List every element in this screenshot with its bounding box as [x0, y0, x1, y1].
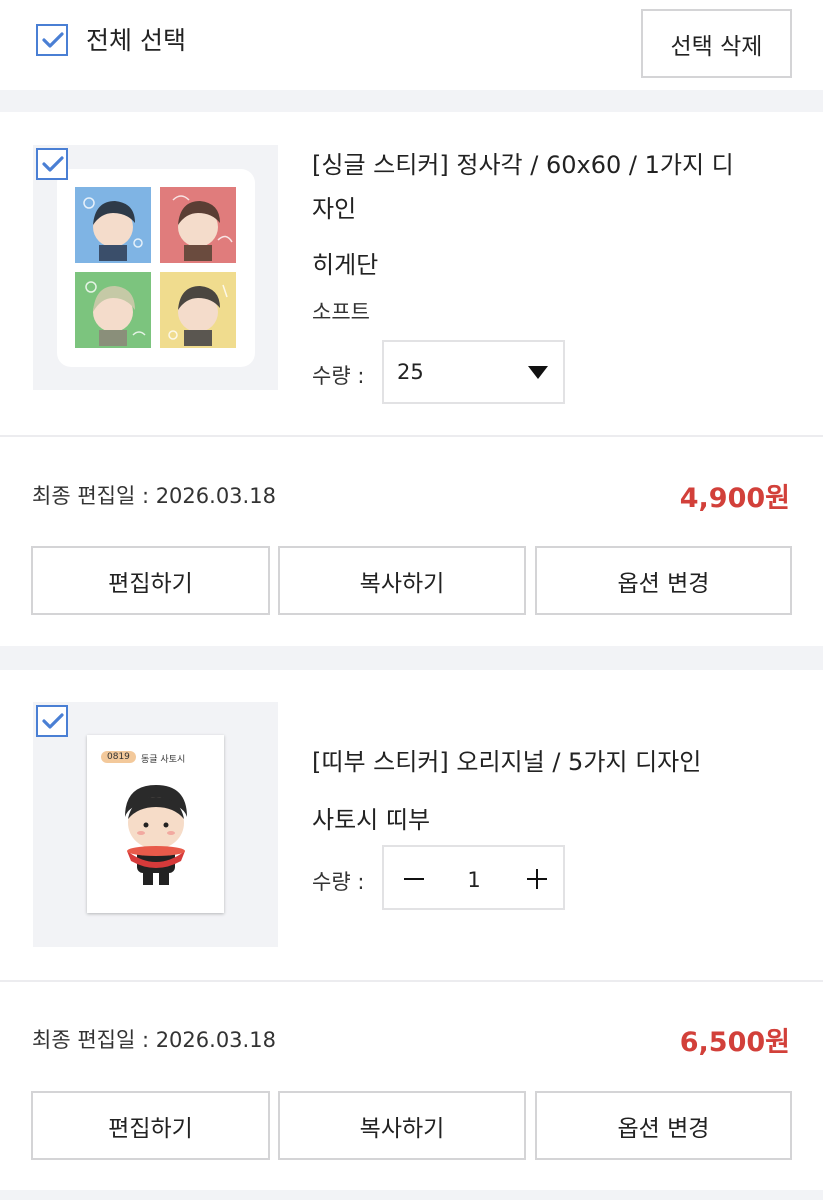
product-title[interactable]: [띠부 스티커] 오리지널 / 5가지 디자인 — [312, 740, 802, 784]
quantity-decrease-button[interactable] — [392, 859, 436, 899]
product-subtitle: 사토시 띠부 — [312, 806, 431, 834]
edit-button[interactable]: 편집하기 — [31, 546, 270, 615]
product-title-line2[interactable]: 자인 — [312, 187, 356, 231]
plus-icon — [527, 869, 547, 889]
quantity-value: 25 — [397, 360, 424, 384]
product-thumbnail[interactable]: 0819 동글 사토시 — [33, 702, 278, 947]
item-price: 6,500원 — [679, 1027, 790, 1058]
edit-button[interactable]: 편집하기 — [31, 1091, 270, 1160]
select-all-checkbox[interactable] — [36, 24, 68, 56]
change-option-button[interactable]: 옵션 변경 — [535, 546, 792, 615]
checkmark-icon — [42, 32, 64, 48]
sticker-caption: 동글 사토시 — [141, 755, 186, 765]
copy-button[interactable]: 복사하기 — [278, 546, 526, 615]
product-subtitle: 히게단 — [312, 251, 379, 279]
select-all-label[interactable]: 전체 선택 — [86, 24, 186, 58]
quantity-value[interactable]: 1 — [454, 868, 494, 892]
square-sticker-image — [57, 169, 255, 367]
product-thumbnail[interactable] — [33, 145, 278, 390]
minus-icon — [404, 878, 424, 880]
sticker-badge: 0819 — [101, 751, 136, 763]
copy-button[interactable]: 복사하기 — [278, 1091, 526, 1160]
product-option: 소프트 — [312, 300, 370, 324]
divider — [0, 435, 823, 437]
item-checkbox[interactable] — [36, 705, 68, 737]
character-illustration — [125, 785, 187, 885]
quantity-increase-button[interactable] — [515, 859, 559, 899]
last-edited-date: 최종 편집일 : 2026.03.18 — [32, 1028, 276, 1052]
last-edited-date: 최종 편집일 : 2026.03.18 — [32, 484, 276, 508]
change-option-button[interactable]: 옵션 변경 — [535, 1091, 792, 1160]
divider — [0, 980, 823, 982]
quantity-select[interactable]: 25 — [382, 340, 565, 404]
item-price: 4,900원 — [679, 483, 790, 514]
sticker-card: 0819 동글 사토시 — [87, 735, 224, 913]
section-separator — [0, 1190, 823, 1200]
checkmark-icon — [42, 713, 64, 729]
product-title[interactable]: [싱글 스티커] 정사각 / 60x60 / 1가지 디 — [312, 143, 802, 187]
section-separator — [0, 646, 823, 670]
delete-selected-button[interactable]: 선택 삭제 — [641, 9, 792, 78]
checkmark-icon — [42, 156, 64, 172]
quantity-stepper: 1 — [382, 845, 565, 910]
quantity-label: 수량 : — [312, 364, 365, 388]
dropdown-arrow-icon — [528, 366, 548, 379]
section-separator — [0, 90, 823, 112]
item-checkbox[interactable] — [36, 148, 68, 180]
quantity-label: 수량 : — [312, 870, 365, 894]
